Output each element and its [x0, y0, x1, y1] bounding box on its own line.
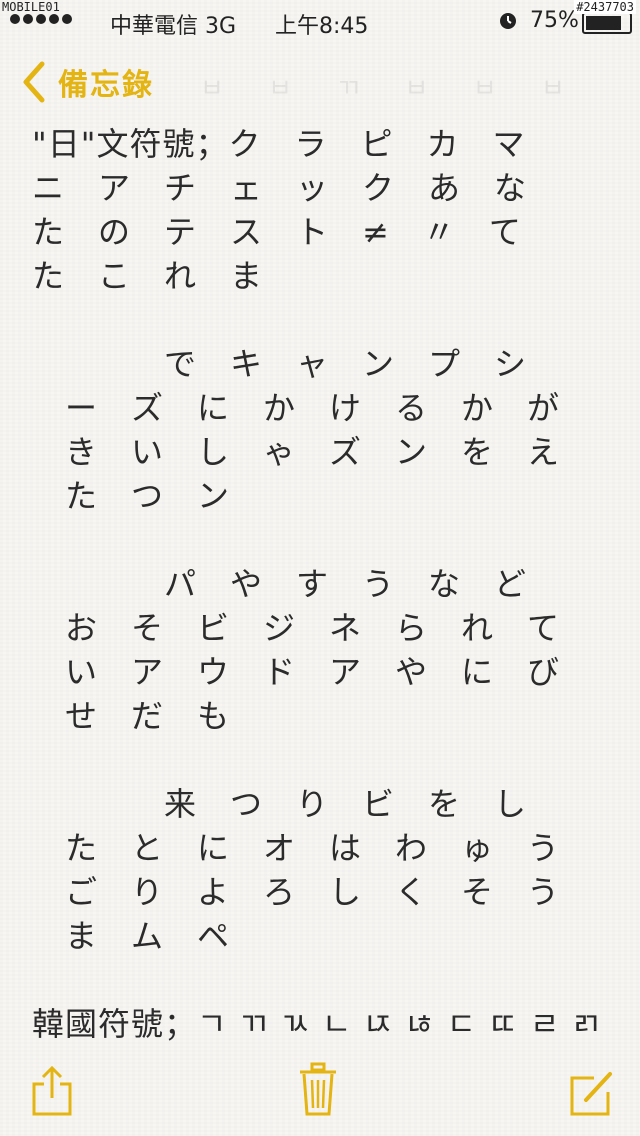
note-paragraph-4: 来 つ り ビ を し た と に オ は わ ゅ う ご り よ ろ し く …	[65, 785, 561, 955]
note-paragraph-2: で キ ャ ン プ シ ー ズ に か け る か が き い し ゃ ズ ン …	[65, 345, 561, 515]
note-paragraph-1: "日"文符號；ク ラ ピ カ マ ニ ア チ ェ ッ ク あ な た の テ ス…	[32, 125, 528, 295]
back-button-label: 備忘錄	[58, 68, 154, 103]
battery-percent: 75%	[530, 8, 579, 33]
battery-icon	[582, 12, 632, 34]
status-bar: MOBILE01 中華電信 3G 上午8:45 75% #2437703	[0, 0, 640, 40]
share-icon	[32, 1065, 72, 1116]
back-button[interactable]: 備忘錄	[18, 58, 154, 106]
compose-icon	[570, 1072, 612, 1116]
trash-icon	[300, 1062, 336, 1116]
share-button[interactable]	[30, 1062, 74, 1118]
note-paragraph-3: パ や す う な ど お そ ビ ジ ネ ら れ て い ア ウ ド ア や …	[65, 565, 561, 735]
bottom-toolbar	[0, 1036, 640, 1136]
battery-fill	[586, 16, 621, 30]
note-body[interactable]: "日"文符號；ク ラ ピ カ マ ニ ア チ ェ ッ ク あ な た の テ ス…	[32, 122, 612, 1046]
post-id-label: #2437703	[574, 0, 636, 14]
chevron-left-icon	[23, 61, 45, 103]
compose-button[interactable]	[568, 1068, 614, 1118]
delete-button[interactable]	[298, 1062, 338, 1118]
watermark-text: MOBILE01	[2, 0, 60, 14]
nav-bar: 備忘錄 ㅂ ㅂ ㄲ ㅂ ㅂ ㅂ	[0, 58, 640, 110]
status-time: 上午8:45	[275, 14, 369, 39]
bleed-through-text: ㅂ ㅂ ㄲ ㅂ ㅂ ㅂ	[200, 74, 583, 104]
alarm-icon	[500, 13, 516, 29]
carrier-label: 中華電信 3G	[110, 14, 237, 39]
signal-strength-icon	[10, 14, 72, 24]
